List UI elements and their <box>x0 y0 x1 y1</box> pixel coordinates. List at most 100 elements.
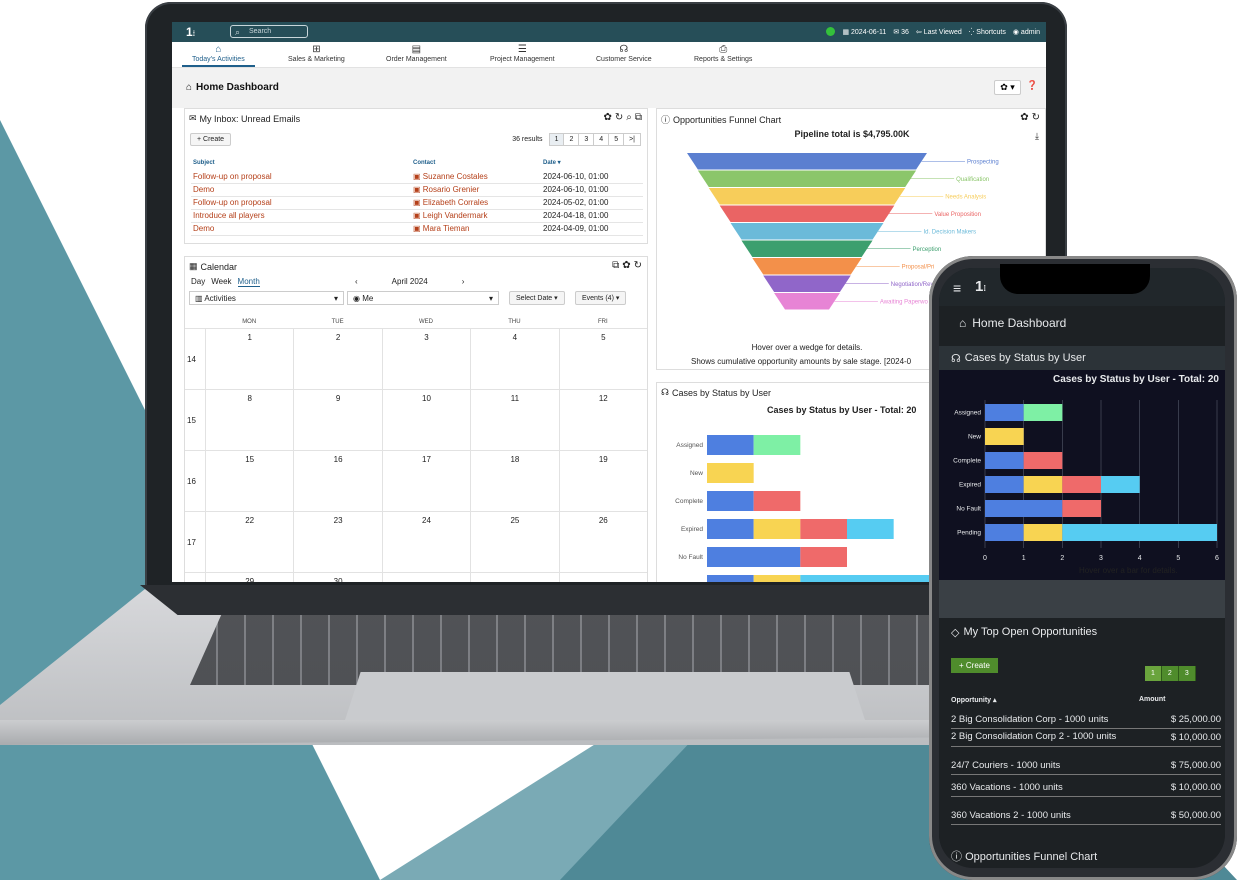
refresh-icon[interactable]: ↻ <box>1032 112 1040 123</box>
day-cell[interactable]: 1 <box>205 329 293 389</box>
day-cell[interactable]: 23 <box>293 512 381 572</box>
tab-customer-service[interactable]: ☊ Customer Service <box>596 44 652 63</box>
page-4-button[interactable]: 4 <box>594 134 610 145</box>
download-icon[interactable]: ⤓ <box>1035 131 1039 142</box>
page-2-button[interactable]: 2 <box>1162 666 1179 681</box>
subject-link[interactable]: Demo <box>191 183 411 197</box>
day-cell[interactable]: 11 <box>470 390 558 450</box>
date-widget[interactable]: ▦ 2024-06-11 <box>842 28 886 36</box>
column-header-contact[interactable]: Contact <box>411 157 541 170</box>
day-cell[interactable]: 10 <box>381 390 470 450</box>
table-row[interactable]: 2 Big Consolidation Corp - 1000 units $ 2… <box>951 714 1221 729</box>
page-3-button[interactable]: 3 <box>1179 666 1196 681</box>
contact-link[interactable]: ▣ Rosario Grenier <box>411 183 541 197</box>
create-opportunity-button[interactable]: + Create <box>951 658 998 673</box>
day-cell[interactable]: 25 <box>470 512 558 572</box>
activities-select[interactable]: ▥ Activities ▾ <box>189 291 344 305</box>
gear-icon[interactable]: ✿ <box>1020 112 1028 123</box>
day-cell[interactable]: 9 <box>293 390 381 450</box>
column-header-date[interactable]: Date ▾ <box>541 157 643 170</box>
gear-icon[interactable]: ✿ <box>622 260 630 271</box>
column-header-opportunity[interactable]: Opportunity ▴ <box>951 696 997 704</box>
day-cell[interactable]: 22 <box>205 512 293 572</box>
sliders-icon: ☰ <box>517 44 527 55</box>
app-logo[interactable]: 1⁞ <box>186 25 195 42</box>
table-row[interactable]: 360 Vacations - 1000 units $ 10,000.00 <box>951 782 1221 797</box>
page-2-button[interactable]: 2 <box>564 134 580 145</box>
day-cell[interactable]: 2 <box>293 329 381 389</box>
view-week-button[interactable]: Week <box>211 277 231 287</box>
create-email-button[interactable]: + Create <box>190 133 232 146</box>
menu-icon[interactable]: ≡ <box>953 280 961 296</box>
day-cell[interactable]: 15 <box>205 451 293 511</box>
day-cell[interactable]: 29 <box>205 573 293 582</box>
day-cell[interactable]: 17 <box>381 451 470 511</box>
view-month-button[interactable]: Month <box>237 277 260 287</box>
dashboard-settings-button[interactable]: ✿ ▾ <box>994 80 1021 95</box>
contact-link[interactable]: ▣ Suzanne Costales <box>411 170 541 184</box>
table-row[interactable]: Demo ▣ Rosario Grenier 2024-06-10, 01:00 <box>191 183 643 197</box>
subject-link[interactable]: Introduce all players <box>191 209 411 223</box>
day-cell[interactable]: 8 <box>205 390 293 450</box>
select-date-button[interactable]: Select Date ▾ <box>509 291 565 305</box>
tab-todays-activities[interactable]: ⌂ Today's Activities <box>182 44 255 67</box>
day-cell[interactable]: 26 <box>558 512 647 572</box>
contact-link[interactable]: ▣ Leigh Vandermark <box>411 209 541 223</box>
day-cell[interactable]: 4 <box>470 329 558 389</box>
day-cell[interactable]: 12 <box>558 390 647 450</box>
tab-order-management[interactable]: ▤ Order Management <box>386 44 447 63</box>
user-select[interactable]: ◉ Me ▾ <box>347 291 499 305</box>
day-cell[interactable] <box>470 573 558 582</box>
inbox-count[interactable]: ✉ 36 <box>893 28 909 36</box>
page-5-button[interactable]: 5 <box>609 134 625 145</box>
shortcuts-link[interactable]: ⁛ Shortcuts <box>969 28 1006 36</box>
day-cell[interactable]: 16 <box>293 451 381 511</box>
view-day-button[interactable]: Day <box>191 277 205 287</box>
tab-reports-settings[interactable]: ⎙ Reports & Settings <box>694 44 752 63</box>
table-row[interactable]: 2 Big Consolidation Corp 2 - 1000 units $… <box>951 732 1221 747</box>
bar-segment <box>985 476 1024 493</box>
external-link-icon[interactable]: ⧉ <box>635 112 642 123</box>
table-row[interactable]: Introduce all players ▣ Leigh Vandermark 2… <box>191 209 643 223</box>
refresh-icon[interactable]: ↻ <box>615 112 623 123</box>
y-tick-label: No Fault <box>956 506 981 513</box>
table-row[interactable]: Demo ▣ Mara Tieman 2024-04-09, 01:00 <box>191 222 643 236</box>
subject-link[interactable]: Demo <box>191 222 411 236</box>
day-cell[interactable]: 5 <box>558 329 647 389</box>
table-row[interactable]: 24/7 Couriers - 1000 units $ 75,000.00 <box>951 760 1221 775</box>
table-row[interactable]: Follow-up on proposal ▣ Elizabeth Corrale… <box>191 196 643 210</box>
search-input[interactable]: ⌕ Search <box>230 25 308 38</box>
search-icon[interactable]: ⌕ <box>626 112 632 123</box>
page-3-button[interactable]: 3 <box>579 134 595 145</box>
page-1-button[interactable]: 1 <box>1145 666 1162 681</box>
refresh-icon[interactable]: ↻ <box>634 260 642 271</box>
app-logo[interactable]: 1⁞ <box>975 278 986 295</box>
events-button[interactable]: Events (4) ▾ <box>575 291 627 305</box>
page-last-button[interactable]: >| <box>624 134 640 145</box>
tab-project-management[interactable]: ☰ Project Management <box>490 44 555 63</box>
tab-sales-marketing[interactable]: ⊞ Sales & Marketing <box>288 44 345 63</box>
column-header-subject[interactable]: Subject <box>191 157 411 170</box>
day-cell[interactable]: 24 <box>381 512 470 572</box>
day-cell[interactable]: 30 <box>293 573 381 582</box>
day-cell[interactable]: 3 <box>381 329 470 389</box>
day-cell[interactable] <box>558 573 647 582</box>
user-menu[interactable]: ◉ admin <box>1013 28 1040 36</box>
last-viewed-link[interactable]: ⇦ Last Viewed <box>916 28 962 36</box>
subject-link[interactable]: Follow-up on proposal <box>191 196 411 210</box>
table-row[interactable]: Follow-up on proposal ▣ Suzanne Costales 2… <box>191 170 643 184</box>
column-header-amount[interactable]: Amount <box>1139 696 1165 703</box>
next-month-button[interactable]: › <box>462 277 465 286</box>
help-icon[interactable]: ❓ <box>1027 80 1038 95</box>
day-cell[interactable]: 18 <box>470 451 558 511</box>
external-link-icon[interactable]: ⧉ <box>612 260 619 271</box>
gear-icon[interactable]: ✿ <box>603 112 611 123</box>
page-1-button[interactable]: 1 <box>549 134 565 145</box>
contact-link[interactable]: ▣ Mara Tieman <box>411 222 541 236</box>
prev-month-button[interactable]: ‹ <box>355 277 358 286</box>
day-cell[interactable] <box>381 573 470 582</box>
table-row[interactable]: 360 Vacations 2 - 1000 units $ 50,000.00 <box>951 810 1221 825</box>
day-cell[interactable]: 19 <box>558 451 647 511</box>
contact-link[interactable]: ▣ Elizabeth Corrales <box>411 196 541 210</box>
subject-link[interactable]: Follow-up on proposal <box>191 170 411 184</box>
